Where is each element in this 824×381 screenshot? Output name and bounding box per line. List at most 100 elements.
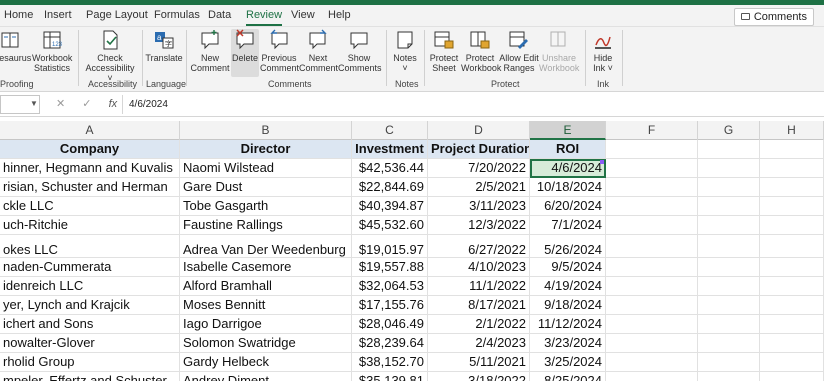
- cell-director[interactable]: Gare Dust: [180, 178, 352, 197]
- cell-project-duration[interactable]: 2/4/2023: [428, 334, 530, 353]
- cell-roi[interactable]: 10/18/2024: [530, 178, 606, 197]
- enter-icon[interactable]: ✓: [82, 98, 91, 110]
- cell-project-duration[interactable]: 8/17/2021: [428, 296, 530, 315]
- cell-project-duration[interactable]: 5/11/2021: [428, 353, 530, 372]
- column-header-h[interactable]: H: [760, 121, 824, 140]
- tab-formulas[interactable]: Formulas: [154, 9, 200, 21]
- cell-company[interactable]: okes LLC: [0, 235, 180, 258]
- empty-cell[interactable]: [606, 216, 698, 235]
- cell-company[interactable]: mpeler, Effertz and Schuster: [0, 372, 180, 381]
- tab-help[interactable]: Help: [328, 9, 351, 21]
- translate-button[interactable]: a字 Translate: [145, 29, 183, 63]
- cell-company[interactable]: rholid Group: [0, 353, 180, 372]
- cell-project-duration[interactable]: 6/27/2022: [428, 235, 530, 258]
- show-comments-button[interactable]: Show Comments: [338, 29, 382, 73]
- empty-cell[interactable]: [698, 315, 760, 334]
- empty-cell[interactable]: [698, 216, 760, 235]
- protect-sheet-button[interactable]: Protect Sheet: [427, 29, 461, 73]
- tab-home[interactable]: Home: [4, 9, 33, 21]
- empty-cell[interactable]: [760, 296, 824, 315]
- next-comment-button[interactable]: Next Comment: [299, 29, 338, 73]
- tab-view[interactable]: View: [291, 9, 315, 21]
- column-header-g[interactable]: G: [698, 121, 760, 140]
- empty-cell[interactable]: [760, 178, 824, 197]
- tab-page-layout[interactable]: Page Layout: [86, 9, 148, 21]
- cell-investment[interactable]: $19,015.97: [352, 235, 428, 258]
- empty-cell[interactable]: [760, 258, 824, 277]
- name-box[interactable]: ▼: [0, 95, 40, 114]
- header-cell-investment[interactable]: Investment: [352, 140, 428, 159]
- empty-cell[interactable]: [760, 159, 824, 178]
- empty-cell[interactable]: [698, 178, 760, 197]
- cell-investment[interactable]: $19,557.88: [352, 258, 428, 277]
- header-cell-roi[interactable]: ROI: [530, 140, 606, 159]
- insert-function-icon[interactable]: fx: [109, 98, 118, 110]
- cell-director[interactable]: Naomi Wilstead: [180, 159, 352, 178]
- empty-cell[interactable]: [760, 353, 824, 372]
- empty-cell[interactable]: [606, 140, 698, 159]
- empty-cell[interactable]: [698, 197, 760, 216]
- cell-investment[interactable]: $32,064.53: [352, 277, 428, 296]
- tab-review[interactable]: Review: [246, 9, 283, 26]
- cell-director[interactable]: Gardy Helbeck: [180, 353, 352, 372]
- column-header-a[interactable]: A: [0, 121, 180, 140]
- cell-investment[interactable]: $45,532.60: [352, 216, 428, 235]
- cell-project-duration[interactable]: 7/20/2022: [428, 159, 530, 178]
- cell-roi[interactable]: 6/20/2024: [530, 197, 606, 216]
- column-header-b[interactable]: B: [180, 121, 352, 140]
- cell-investment[interactable]: $28,046.49: [352, 315, 428, 334]
- cell-director[interactable]: Tobe Gasgarth: [180, 197, 352, 216]
- cell-director[interactable]: Moses Bennitt: [180, 296, 352, 315]
- empty-cell[interactable]: [606, 353, 698, 372]
- empty-cell[interactable]: [606, 334, 698, 353]
- cell-project-duration[interactable]: 2/1/2022: [428, 315, 530, 334]
- tab-data[interactable]: Data: [208, 9, 231, 21]
- comments-button[interactable]: Comments: [733, 8, 814, 26]
- cell-company[interactable]: idenreich LLC: [0, 277, 180, 296]
- thesaurus-button[interactable]: Thesaurus: [0, 29, 34, 63]
- cell-company[interactable]: uch-Ritchie: [0, 216, 180, 235]
- empty-cell[interactable]: [698, 235, 760, 258]
- empty-cell[interactable]: [698, 159, 760, 178]
- cell-project-duration[interactable]: 11/1/2022: [428, 277, 530, 296]
- cell-investment[interactable]: $22,844.69: [352, 178, 428, 197]
- cell-director[interactable]: Iago Darrigoe: [180, 315, 352, 334]
- empty-cell[interactable]: [760, 216, 824, 235]
- cell-roi[interactable]: 9/5/2024: [530, 258, 606, 277]
- cell-project-duration[interactable]: 4/10/2023: [428, 258, 530, 277]
- empty-cell[interactable]: [698, 334, 760, 353]
- column-header-c[interactable]: C: [352, 121, 428, 140]
- column-header-d[interactable]: D: [428, 121, 530, 140]
- notes-button[interactable]: Notes ˅: [390, 29, 420, 73]
- cell-roi[interactable]: 5/26/2024: [530, 235, 606, 258]
- empty-cell[interactable]: [606, 178, 698, 197]
- hide-ink-button[interactable]: Hide Ink ˅: [589, 29, 617, 73]
- cell-company[interactable]: ckle LLC: [0, 197, 180, 216]
- empty-cell[interactable]: [698, 258, 760, 277]
- cell-roi[interactable]: 7/1/2024: [530, 216, 606, 235]
- cell-roi[interactable]: 3/25/2024: [530, 353, 606, 372]
- delete-comment-button[interactable]: Delete: [231, 29, 259, 77]
- tab-insert[interactable]: Insert: [44, 9, 72, 21]
- header-cell-project-duration[interactable]: Project Duration: [428, 140, 530, 159]
- column-header-e[interactable]: E: [530, 121, 606, 140]
- cell-company[interactable]: yer, Lynch and Krajcik: [0, 296, 180, 315]
- cell-roi[interactable]: 9/18/2024: [530, 296, 606, 315]
- cancel-icon[interactable]: ✕: [56, 98, 65, 110]
- cell-director[interactable]: Solomon Swatridge: [180, 334, 352, 353]
- empty-cell[interactable]: [698, 353, 760, 372]
- unshare-workbook-button[interactable]: Unshare Workbook: [539, 29, 579, 73]
- cell-roi[interactable]: 11/12/2024: [530, 315, 606, 334]
- empty-cell[interactable]: [606, 235, 698, 258]
- empty-cell[interactable]: [698, 140, 760, 159]
- cell-project-duration[interactable]: 3/18/2022: [428, 372, 530, 381]
- cell-director[interactable]: Alford Bramhall: [180, 277, 352, 296]
- cell-project-duration[interactable]: 12/3/2022: [428, 216, 530, 235]
- allow-edit-ranges-button[interactable]: Allow Edit Ranges: [499, 29, 539, 73]
- cell-investment[interactable]: $38,152.70: [352, 353, 428, 372]
- empty-cell[interactable]: [606, 258, 698, 277]
- cell-director[interactable]: Faustine Rallings: [180, 216, 352, 235]
- empty-cell[interactable]: [606, 315, 698, 334]
- formula-input[interactable]: 4/6/2024: [122, 95, 822, 114]
- empty-cell[interactable]: [760, 140, 824, 159]
